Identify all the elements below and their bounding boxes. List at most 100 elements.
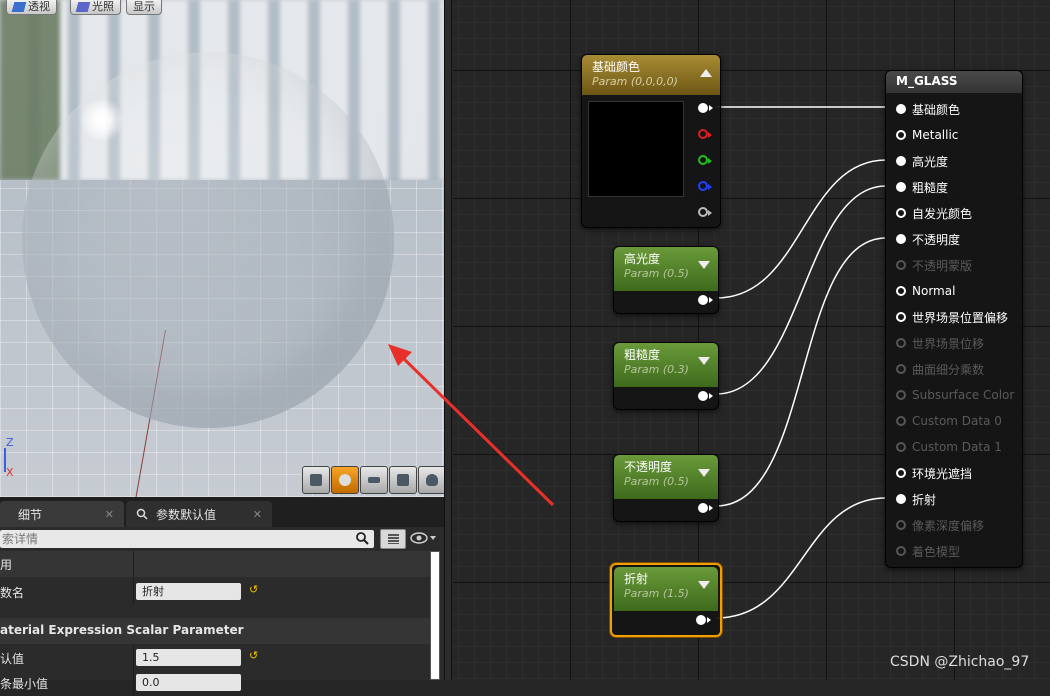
result-pin-row[interactable]: 高光度 (896, 152, 948, 170)
search-icon (136, 508, 148, 520)
list-icon (388, 534, 399, 544)
tab-parameter-defaults-label: 参数默认值 (156, 507, 217, 522)
category-scalar-parameter[interactable]: aterial Expression Scalar Parameter (0, 618, 430, 644)
result-pin-label: 世界场景位移 (912, 336, 985, 351)
output-pin[interactable] (698, 503, 713, 513)
result-pin-row[interactable]: 环境光遮挡 (896, 464, 972, 482)
parameter-name-field[interactable]: 折射 (136, 583, 241, 600)
result-pin-row[interactable]: Normal (896, 282, 955, 300)
details-tabs: 细节 ✕ 参数默认值 ✕ (0, 497, 444, 527)
teapot-preview-button[interactable] (418, 466, 444, 494)
result-pin-label: 自发光颜色 (912, 206, 973, 221)
material-graph-canvas[interactable]: 基础颜色 Param (0,0,0,0) 高光度 Param (0.5) 粗糙度… (453, 0, 1050, 680)
divider (133, 670, 134, 696)
output-pin-b[interactable] (698, 181, 712, 191)
node-subtitle: Param (0,0,0,0) (592, 75, 678, 88)
output-pin-g[interactable] (698, 155, 712, 165)
sphere-preview-icon (339, 474, 351, 486)
panel-splitter[interactable] (444, 0, 452, 680)
result-pin-row[interactable]: 折射 (896, 490, 936, 508)
result-pin-label: 高光度 (912, 154, 949, 169)
show-button[interactable]: 显示 (126, 0, 162, 15)
result-pin-row: 世界场景位移 (896, 334, 984, 352)
input-pin[interactable] (896, 208, 906, 218)
input-pin (896, 364, 906, 374)
input-pin[interactable] (896, 182, 906, 192)
result-pin-row: 不透明蒙版 (896, 256, 972, 274)
output-pin[interactable] (698, 295, 713, 305)
sphere-preview-button[interactable] (331, 466, 359, 494)
result-pin-label: 世界场景位置偏移 (912, 310, 1009, 325)
plane-preview-icon (368, 477, 380, 483)
close-icon[interactable]: ✕ (253, 508, 262, 521)
wire-specular (715, 159, 887, 299)
output-pin[interactable] (696, 615, 711, 625)
wire-opacity (715, 237, 887, 507)
collapse-icon[interactable] (698, 581, 710, 589)
node-header: 不透明度 Param (0.5) (614, 455, 718, 499)
node-title: 基础颜色 (592, 60, 641, 74)
result-pin-row[interactable]: 基础颜色 (896, 100, 960, 118)
input-pin[interactable] (896, 156, 906, 166)
result-pin-row: Custom Data 0 (896, 412, 1002, 430)
result-pin-row[interactable]: 粗糙度 (896, 178, 948, 196)
reset-icon[interactable]: ↺ (249, 649, 258, 662)
base-color-param-node[interactable]: 基础颜色 Param (0,0,0,0) (581, 54, 721, 228)
collapse-icon[interactable] (698, 261, 710, 269)
perspective-button[interactable]: 透视 (6, 0, 57, 15)
result-pin-label: 不透明度 (912, 232, 961, 247)
input-pin (896, 520, 906, 530)
details-scrollbar[interactable] (430, 551, 440, 680)
visibility-dropdown[interactable] (410, 531, 440, 547)
perspective-icon (11, 2, 27, 12)
details-search-input[interactable]: 索详情 (0, 530, 374, 548)
node-subtitle: Param (0.3) (624, 363, 689, 376)
specular-param-node[interactable]: 高光度 Param (0.5) (613, 246, 719, 314)
collapse-icon[interactable] (698, 469, 710, 477)
tab-details[interactable]: 细节 ✕ (0, 501, 124, 527)
input-pin (896, 546, 906, 556)
output-pin-rgb[interactable] (698, 103, 713, 113)
input-pin[interactable] (896, 312, 906, 322)
node-subtitle: Param (0.5) (624, 475, 689, 488)
collapse-icon[interactable] (698, 357, 710, 365)
result-pin-row[interactable]: 自发光颜色 (896, 204, 972, 222)
result-pin-row[interactable]: 世界场景位置偏移 (896, 308, 1008, 326)
refraction-param-node[interactable]: 折射 Param (1.5) (610, 563, 722, 637)
input-pin[interactable] (896, 468, 906, 478)
cylinder-preview-button[interactable] (302, 466, 330, 494)
slider-min-field[interactable]: 0.0 (136, 674, 241, 691)
view-options-button[interactable] (380, 529, 406, 549)
input-pin[interactable] (896, 494, 906, 504)
material-preview-viewport[interactable]: 透视 光照 显示 Z X (0, 0, 444, 497)
output-pin-a[interactable] (698, 207, 712, 217)
wire-refraction (715, 497, 887, 619)
plane-preview-button[interactable] (360, 466, 388, 494)
output-pin-r[interactable] (698, 129, 712, 139)
node-subtitle: Param (1.5) (624, 587, 689, 600)
roughness-param-node[interactable]: 粗糙度 Param (0.3) (613, 342, 719, 410)
tab-parameter-defaults[interactable]: 参数默认值 ✕ (126, 501, 272, 527)
cube-preview-button[interactable] (389, 466, 417, 494)
result-pin-row[interactable]: Metallic (896, 126, 958, 144)
output-pin[interactable] (698, 391, 713, 401)
sphere-refraction (22, 52, 394, 428)
result-pin-label: 不透明蒙版 (912, 258, 973, 273)
opacity-param-node[interactable]: 不透明度 Param (0.5) (613, 454, 719, 522)
collapse-icon[interactable] (700, 69, 712, 77)
close-icon[interactable]: ✕ (105, 508, 114, 521)
material-result-node[interactable]: M_GLASS 基础颜色 Metallic 高光度 粗糙度 自发光颜色 不透明度 不透明蒙版… (885, 70, 1023, 568)
node-title: 不透明度 (624, 460, 673, 474)
input-pin[interactable] (896, 104, 906, 114)
input-pin[interactable] (896, 286, 906, 296)
lit-icon (75, 2, 91, 12)
input-pin[interactable] (896, 234, 906, 244)
reset-icon[interactable]: ↺ (249, 583, 258, 596)
details-search-row: 索详情 (0, 527, 444, 551)
default-value-field[interactable]: 1.5 (136, 649, 241, 666)
input-pin[interactable] (896, 130, 906, 140)
result-pin-row[interactable]: 不透明度 (896, 230, 960, 248)
details-panel: 细节 ✕ 参数默认值 ✕ 索详情 用 数名 折射 ↺ aterial Expre… (0, 497, 444, 696)
lit-button[interactable]: 光照 (70, 0, 121, 15)
category-general[interactable]: 用 (0, 551, 430, 577)
